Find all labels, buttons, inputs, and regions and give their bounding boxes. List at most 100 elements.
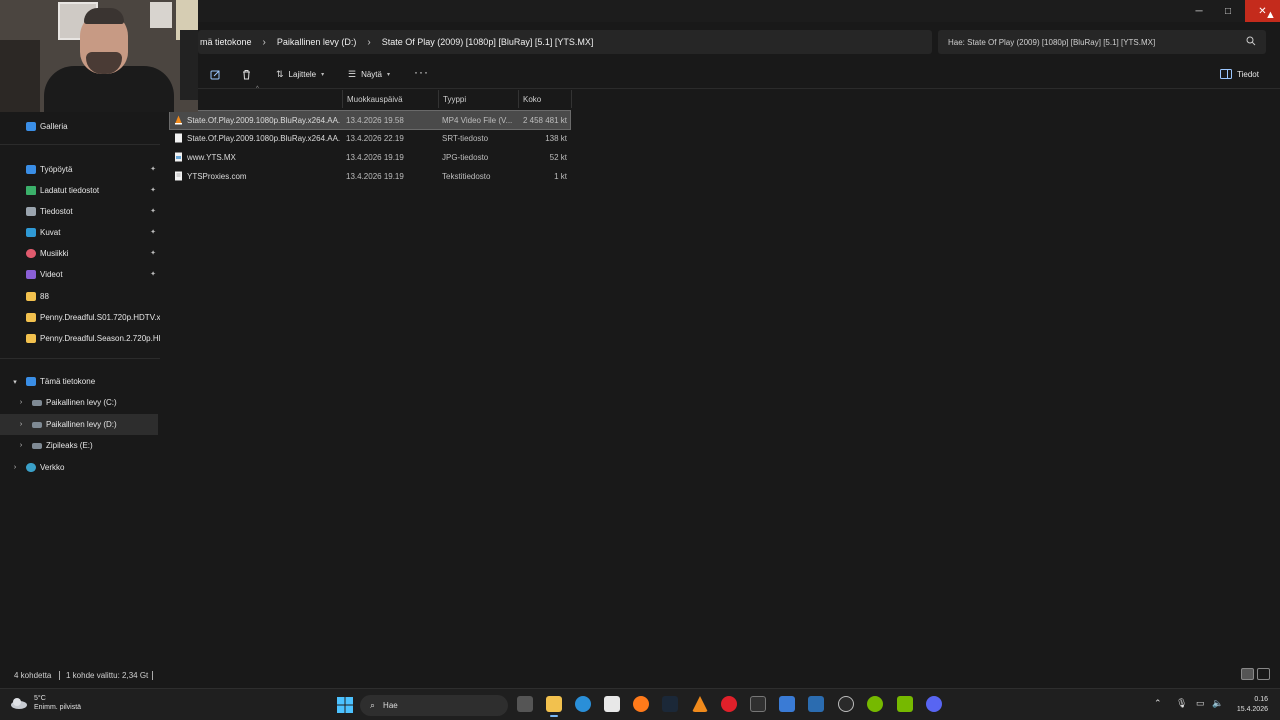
pin-icon: ✦ [150,250,156,257]
store-icon[interactable] [604,696,620,712]
minimize-button[interactable]: ─ [1184,0,1214,22]
more-options-button[interactable]: ··· [414,65,429,79]
clock[interactable]: 0.16 15.4.2026 [1237,695,1268,715]
file-row[interactable]: State.Of.Play.2009.1080p.BluRay.x264.AA.… [169,110,571,130]
weather-widget[interactable]: 5°C Enimm. pilvistä [10,694,81,712]
sidebar-item-folder-88[interactable]: 88 [26,286,160,307]
delete-button[interactable] [241,69,252,80]
sidebar-item-penny-s02[interactable]: Penny.Dreadful.Season.2.720p.HD [26,328,160,349]
sort-button[interactable]: ⇅ Lajittele ▾ [276,69,324,80]
file-row[interactable]: State.Of.Play.2009.1080p.BluRay.x264.AA.… [170,129,570,147]
sidebar-item-drive-e[interactable]: › Zipileaks (E:) [16,435,160,456]
network-icon[interactable]: ▭ [1196,698,1205,709]
sidebar-item-videos[interactable]: Videot ✦ [26,264,160,285]
sidebar-item-music[interactable]: Musiikki ✦ [26,243,160,264]
chevron-right-icon: › [262,36,266,48]
status-bar: 4 kohdetta 1 kohde valittu: 2,34 Gt [0,666,1280,684]
vlc-icon[interactable] [692,696,708,712]
navigation-pane: Galleria Työpöytä ✦ Ladatut tiedostot ✦ … [0,112,160,482]
sidebar-item-documents[interactable]: Tiedostot ✦ [26,201,160,222]
sidebar-item-penny-s01[interactable]: Penny.Dreadful.S01.720p.HDTV.x2 [26,307,160,328]
paint-icon[interactable] [779,696,795,712]
pin-icon: ✦ [150,229,156,236]
file-type: Tekstitiedosto [442,171,491,181]
folder-icon [26,292,36,301]
sidebar-item-label: Paikallinen levy (D:) [46,420,117,429]
utorrent-icon[interactable] [867,696,883,712]
view-icon: ☰ [348,69,357,79]
sidebar-item-label: 88 [40,292,49,301]
pictures-icon [26,228,36,237]
chevron-down-icon[interactable]: ▾ [10,378,20,386]
terminal-icon[interactable] [750,696,766,712]
settings-icon[interactable] [838,696,854,712]
sidebar-item-this-pc[interactable]: ▾ Tämä tietokone [10,371,160,392]
file-name: State.Of.Play.2009.1080p.BluRay.x264.AA.… [187,115,340,125]
share-button[interactable] [210,69,221,80]
sidebar-item-label: Paikallinen levy (C:) [46,398,117,407]
opera-icon[interactable] [721,696,737,712]
volume-icon[interactable]: 🔈 [1212,698,1223,709]
drive-icon [32,442,42,449]
task-view-icon[interactable] [517,696,533,712]
details-view-button[interactable] [1241,668,1254,680]
file-row[interactable]: www.YTS.MX 13.4.2026 19.19 JPG-tiedosto … [170,148,570,166]
column-header: ^ Muokkauspäivä Tyyppi Koko [170,86,572,108]
breadcrumb-this-pc[interactable]: mä tietokone [200,37,252,47]
windows-start-icon[interactable] [337,697,353,713]
pin-icon: ✦ [150,271,156,278]
file-date: 13.4.2026 19.58 [346,115,404,125]
chevron-up-icon[interactable]: ⌃ [1154,698,1162,709]
file-explorer-icon[interactable] [546,696,562,717]
maximize-button[interactable]: □ [1213,0,1243,22]
chevron-right-icon[interactable]: › [10,464,20,471]
app-icon[interactable] [808,696,824,712]
sidebar-item-pictures[interactable]: Kuvat ✦ [26,222,160,243]
video-icon [26,270,36,279]
sidebar-divider [0,144,160,145]
microphone-icon[interactable]: 🎙 [1176,698,1187,709]
column-size[interactable]: Koko [518,90,572,108]
desktop-icon [26,165,36,174]
breadcrumb-folder[interactable]: State Of Play (2009) [1080p] [BluRay] [5… [382,37,594,47]
sidebar-item-label: Ladatut tiedostot [40,186,100,195]
edge-icon[interactable] [575,696,591,712]
nvidia-icon[interactable] [897,696,913,712]
chevron-right-icon[interactable]: › [16,421,26,428]
webcam-overlay [0,0,198,112]
trash-icon [243,70,250,80]
chevron-right-icon: › [367,36,371,48]
address-bar[interactable]: mä tietokone › Paikallinen levy (D:) › S… [198,30,932,54]
sidebar-item-downloads[interactable]: Ladatut tiedostot ✦ [26,180,160,201]
search-input[interactable]: Hae: State Of Play (2009) [1080p] [BluRa… [938,30,1266,54]
firefox-icon[interactable] [633,696,649,712]
column-type[interactable]: Tyyppi [438,90,518,108]
vlc-file-icon [175,115,182,125]
cloud-icon [11,698,27,709]
taskbar-search[interactable]: ⌕ Hae [360,695,508,716]
discord-icon[interactable] [926,696,942,712]
sidebar-item-desktop[interactable]: Työpöytä ✦ [26,159,160,180]
sort-label: Lajittele [288,70,317,79]
sidebar-item-gallery[interactable]: Galleria [26,116,160,137]
chevron-right-icon[interactable]: › [16,399,26,406]
sidebar-item-drive-d[interactable]: › Paikallinen levy (D:) [0,414,158,435]
steam-icon[interactable] [662,696,678,712]
sidebar-item-label: Tiedostot [40,207,73,216]
sidebar-item-label: Penny.Dreadful.S01.720p.HDTV.x2 [40,313,160,322]
search-icon: ⌕ [370,700,376,710]
details-pane-button[interactable]: Tiedot [1220,69,1259,79]
chevron-right-icon[interactable]: › [16,442,26,449]
file-row[interactable]: YTSProxies.com 13.4.2026 19.19 Tekstitie… [170,167,570,185]
tiles-view-button[interactable] [1257,668,1270,680]
sidebar-item-label: Kuvat [40,228,61,237]
folder-icon [26,313,36,322]
chevron-down-icon: ▾ [321,72,325,78]
column-date[interactable]: Muokkauspäivä [342,90,438,108]
breadcrumb-drive-d[interactable]: Paikallinen levy (D:) [277,37,357,47]
view-button[interactable]: ☰ Näytä ▾ [348,69,390,80]
sidebar-item-network[interactable]: › Verkko [10,457,160,478]
pin-icon: ✦ [150,166,156,173]
sidebar-item-drive-c[interactable]: › Paikallinen levy (C:) [16,392,160,413]
status-divider [152,671,153,680]
